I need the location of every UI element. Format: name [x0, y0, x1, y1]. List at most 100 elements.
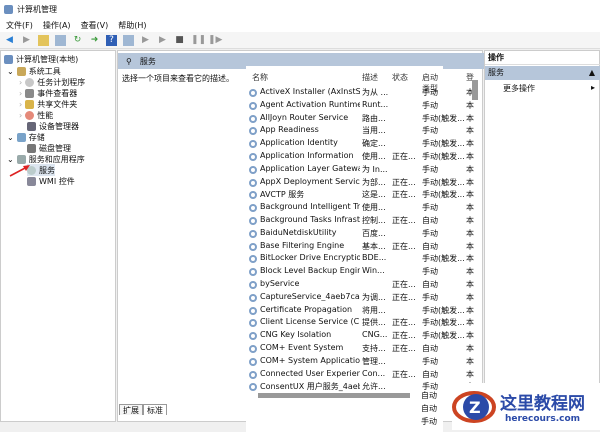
pause-icon[interactable]: ❚❚	[191, 35, 206, 46]
column-description[interactable]: 描述	[362, 72, 378, 83]
service-gear-icon	[249, 165, 257, 174]
service-row[interactable]: ConsentUX 用户服务_4aeb...允许...手动本	[246, 381, 486, 393]
service-cell: 手动	[422, 292, 438, 302]
service-cell: 正在...	[392, 152, 416, 161]
startup-type: 自动	[421, 404, 437, 413]
service-cell: 为从 ...	[362, 88, 389, 97]
service-gear-icon	[249, 268, 257, 277]
service-cell: 当用...	[362, 126, 386, 136]
horizontal-scrollbar[interactable]	[258, 393, 410, 398]
column-status[interactable]: 状态	[392, 72, 408, 83]
service-row[interactable]: AppX Deployment Service ...为部... 正在... 手动(…	[246, 177, 486, 189]
red-arrow-icon	[9, 165, 30, 177]
service-cell: 手动	[422, 267, 438, 277]
service-cell: 路由...	[362, 113, 386, 123]
tab-extended[interactable]: 扩展	[119, 404, 143, 415]
service-gear-icon	[249, 242, 257, 251]
service-cell: 本	[466, 254, 474, 264]
service-row[interactable]: COM+ System Application 管理... 手动 本	[246, 356, 486, 368]
more-actions[interactable]: 更多操作 ▸	[503, 83, 599, 94]
disk-icon	[27, 143, 36, 153]
view-tabs: 扩展 标准	[119, 404, 167, 415]
service-row[interactable]: byService 正在... 自动 本	[246, 279, 486, 291]
service-row[interactable]: App Readiness 当用... 手动 本	[246, 125, 486, 137]
start-alt-icon[interactable]: ▶	[157, 35, 168, 46]
show-hide-tree-icon[interactable]	[55, 34, 66, 46]
service-cell: CNG...	[362, 330, 388, 340]
service-cell: BaiduNetdiskUtility	[260, 227, 337, 237]
service-row[interactable]: AVCTP 服务 这是... 正在... 手动(触发... 本	[246, 189, 486, 201]
help-icon[interactable]: ?	[106, 34, 117, 46]
tree-computer-management[interactable]: 计算机管理(本地)	[4, 53, 78, 65]
forward-icon[interactable]: ▶	[21, 35, 32, 46]
service-row[interactable]: ActiveX Installer (AxInstSV) 为从 ... 手动本	[246, 87, 486, 99]
menu-file[interactable]: 文件(F)	[6, 20, 33, 31]
services-pane: ⚲ 服务 选择一个项目来查看它的描述。 名称 描述 状态 启动类型 登 Activ…	[117, 50, 486, 432]
service-row[interactable]: COM+ Event System 支持... 正在... 自动 本	[246, 343, 486, 355]
service-cell: AppX Deployment Service ...	[260, 176, 360, 186]
svg-text:Z: Z	[469, 398, 481, 417]
up-folder-icon[interactable]	[38, 34, 49, 46]
service-row[interactable]: BitLocker Drive Encryption ...BDE... 手动(触…	[246, 253, 486, 265]
service-cell: Connected User Experienc...	[260, 368, 360, 378]
service-cell: 本	[466, 228, 474, 238]
service-cell: 使用...	[362, 203, 386, 213]
startup-type: 手动	[421, 417, 437, 426]
export-icon[interactable]: ➜	[89, 35, 100, 46]
menu-help[interactable]: 帮助(H)	[118, 20, 146, 31]
service-cell: 本	[466, 177, 474, 187]
service-gear-icon	[249, 281, 257, 289]
service-gear-icon	[249, 345, 257, 353]
service-row[interactable]: Application Identity 确定... 手动(触发... 本	[246, 138, 486, 150]
service-cell: 本	[466, 152, 474, 161]
menu-bar: 文件(F) 操作(A) 查看(V) 帮助(H)	[0, 18, 600, 32]
tree-wmi-control[interactable]: WMI 控件	[27, 175, 75, 187]
service-cell: 手动(触发...	[422, 113, 464, 123]
service-row[interactable]: Block Level Backup Engine ...Win... 手动 本	[246, 266, 486, 278]
service-cell: 允许...	[362, 382, 386, 392]
service-row[interactable]: Connected User Experienc...Con... 正在... 自动…	[246, 369, 486, 381]
tab-standard[interactable]: 标准	[143, 404, 167, 415]
clock-icon	[25, 77, 35, 87]
actions-header: 操作	[485, 51, 600, 65]
service-cell: 本	[466, 216, 474, 225]
service-cell: 本	[466, 318, 474, 328]
service-cell: 本	[466, 190, 474, 200]
actions-section-services[interactable]: 服务 ▲	[485, 66, 600, 80]
properties-icon[interactable]	[123, 34, 134, 46]
service-cell: 百度...	[362, 228, 386, 238]
service-cell: 本	[466, 280, 474, 289]
service-row[interactable]: Base Filtering Engine 基本... 正在... 自动 本	[246, 241, 486, 253]
column-name[interactable]: 名称	[252, 72, 268, 83]
service-row[interactable]: Application Information 使用... 正在... 手动(触发..…	[246, 151, 486, 163]
service-row[interactable]: Background Intelligent Tra...使用... 手动 本	[246, 202, 486, 214]
service-gear-icon	[249, 114, 257, 123]
service-cell: Application Identity	[260, 138, 338, 148]
service-cell: 控制...	[362, 216, 386, 225]
service-row[interactable]: Application Layer Gateway ...为 In... 手动 本	[246, 164, 486, 176]
service-cell: App Readiness	[260, 125, 319, 135]
restart-icon[interactable]: ❚▶	[208, 35, 222, 46]
start-icon[interactable]: ▶	[140, 35, 151, 46]
service-row[interactable]: Certificate Propagation 将用... 手动(触发... 本	[246, 305, 486, 317]
service-row[interactable]: Agent Activation Runtime_...Runt... 手动 本	[246, 100, 486, 112]
service-row[interactable]: BaiduNetdiskUtility 百度... 手动 本	[246, 228, 486, 240]
menu-action[interactable]: 操作(A)	[43, 20, 71, 31]
service-row[interactable]: AllJoyn Router Service 路由... 手动(触发... 本	[246, 113, 486, 125]
stop-icon[interactable]: ■	[174, 35, 185, 46]
service-cell: 本	[466, 344, 474, 353]
menu-view[interactable]: 查看(V)	[81, 20, 109, 31]
performance-icon	[25, 110, 35, 120]
vertical-scrollbar[interactable]	[472, 80, 478, 100]
service-cell: 自动	[422, 344, 438, 353]
service-row[interactable]: Client License Service (Clip...提供... 正在..…	[246, 317, 486, 329]
startup-type: 自动	[421, 391, 437, 400]
service-row[interactable]: CNG Key Isolation CNG... 正在... 手动(触发... 本	[246, 330, 486, 342]
service-cell: 本	[466, 331, 474, 341]
service-row[interactable]: Background Tasks Infrastru...控制... 正在... 自…	[246, 215, 486, 227]
refresh-icon[interactable]: ↻	[72, 35, 83, 46]
service-cell: 手动(触发...	[422, 331, 464, 341]
service-row[interactable]: CaptureService_4aeb7ca 为调... 正在... 手动 本	[246, 292, 486, 304]
back-icon[interactable]: ◀	[4, 35, 15, 46]
service-gear-icon	[249, 293, 257, 302]
